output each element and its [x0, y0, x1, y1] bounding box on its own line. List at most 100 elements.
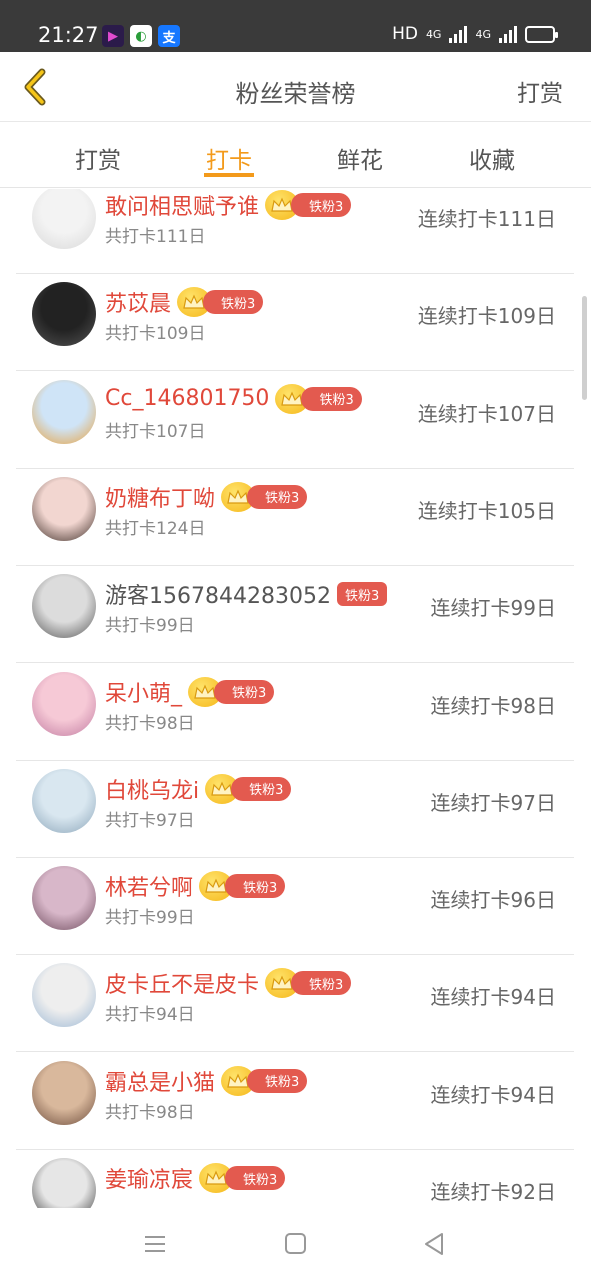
- menu-icon[interactable]: [140, 1232, 170, 1256]
- user-name[interactable]: 姜瑜凉宸: [105, 1162, 193, 1194]
- fan-level-badge: 铁粉3: [336, 582, 388, 607]
- avatar[interactable]: [32, 866, 96, 931]
- avatar[interactable]: [32, 574, 96, 639]
- net-label-2: 4G: [475, 27, 491, 41]
- list-item[interactable]: 苏苡晨 铁粉3 共打卡109日 连续打卡109日: [16, 274, 574, 372]
- avatar[interactable]: [32, 963, 96, 1028]
- tab-checkin-label: 打卡: [206, 148, 252, 174]
- user-name[interactable]: 林若兮啊: [105, 870, 193, 902]
- streak-days: 连续打卡92日: [430, 1180, 556, 1204]
- user-name[interactable]: 游客1567844283052: [105, 578, 331, 610]
- list-item[interactable]: 霸总是小猫 铁粉3 共打卡98日 连续打卡94日: [16, 1053, 574, 1150]
- list-item[interactable]: 姜瑜凉宸 铁粉3 连续打卡92日: [16, 1150, 574, 1208]
- name-line: 皮卡丘不是皮卡 铁粉3: [105, 967, 352, 999]
- tab-checkin[interactable]: 打卡: [184, 141, 274, 177]
- list-item[interactable]: 皮卡丘不是皮卡 铁粉3 共打卡94日 连续打卡94日: [16, 955, 574, 1053]
- list-item[interactable]: 游客1567844283052 铁粉3 共打卡99日 连续打卡99日: [16, 566, 574, 664]
- list-item[interactable]: 白桃乌龙i 铁粉3 共打卡97日 连续打卡97日: [16, 761, 574, 858]
- streak-days: 连续打卡107日: [417, 401, 556, 426]
- list-item[interactable]: 奶糖布丁呦 铁粉3 共打卡124日 连续打卡105日: [16, 469, 574, 566]
- streak-days: 连续打卡97日: [430, 790, 556, 815]
- fan-level-badge: 铁粉3: [231, 776, 292, 801]
- system-indicators: HD 4G 4G: [392, 24, 558, 44]
- total-checkin-days: 共打卡99日: [105, 908, 195, 929]
- fan-level-badge: 铁粉3: [225, 874, 286, 899]
- avatar[interactable]: [32, 1060, 96, 1125]
- streak-days: 连续打卡98日: [430, 693, 556, 718]
- avatar[interactable]: [32, 476, 96, 541]
- user-name[interactable]: 敢问相思赋予谁: [105, 189, 259, 221]
- total-checkin-days: 共打卡98日: [105, 1102, 195, 1123]
- total-checkin-days: 共打卡99日: [105, 616, 195, 637]
- total-checkin-days: 共打卡109日: [105, 324, 206, 345]
- user-name[interactable]: 苏苡晨: [105, 286, 171, 318]
- streak-days: 连续打卡94日: [430, 985, 556, 1010]
- total-checkin-days: 共打卡98日: [105, 713, 195, 734]
- signal-icon-2: [499, 25, 517, 43]
- page-header: 粉丝荣誉榜 打赏: [0, 52, 591, 122]
- total-checkin-days: 共打卡124日: [105, 518, 206, 539]
- name-line: 敢问相思赋予谁 铁粉3: [105, 189, 352, 221]
- system-nav-bar: [0, 1208, 591, 1280]
- signal-icon: [449, 25, 468, 43]
- total-checkin-days: 共打卡107日: [105, 421, 206, 442]
- hd-label: HD: [392, 24, 418, 44]
- user-name[interactable]: 皮卡丘不是皮卡: [105, 967, 259, 999]
- fan-level-badge: 铁粉3: [301, 386, 362, 411]
- user-name[interactable]: 白桃乌龙i: [105, 773, 199, 805]
- battery-icon: [525, 25, 558, 43]
- name-line: 姜瑜凉宸 铁粉3: [105, 1162, 286, 1194]
- header-reward-button[interactable]: 打赏: [517, 74, 563, 108]
- status-time: 21:27: [38, 23, 99, 47]
- avatar[interactable]: [32, 1158, 96, 1208]
- streak-days: 连续打卡109日: [417, 304, 556, 329]
- avatar[interactable]: [32, 768, 96, 833]
- name-line: Cc_146801750 铁粉3: [105, 383, 362, 414]
- tab-bar: 打赏 打卡 鲜花 收藏: [0, 123, 591, 188]
- total-checkin-days: 共打卡94日: [105, 1005, 195, 1026]
- avatar[interactable]: [32, 189, 96, 249]
- page-title: 粉丝荣誉榜: [235, 80, 356, 108]
- fan-level-badge: 铁粉3: [203, 290, 264, 315]
- notification-icons: ▶ ◐ 支: [102, 25, 180, 47]
- tab-flowers[interactable]: 鲜花: [315, 141, 405, 175]
- fan-level-badge: 铁粉3: [214, 679, 275, 704]
- fan-level-badge: 铁粉3: [247, 484, 308, 509]
- streak-days: 连续打卡94日: [430, 1082, 556, 1107]
- streak-days: 连续打卡111日: [417, 207, 556, 231]
- name-line: 霸总是小猫 铁粉3: [105, 1065, 308, 1097]
- user-name[interactable]: 呆小萌_: [105, 676, 182, 708]
- alipay-app-icon: 支: [158, 25, 180, 47]
- name-line: 苏苡晨 铁粉3: [105, 286, 264, 318]
- list-item[interactable]: 呆小萌_ 铁粉3 共打卡98日 连续打卡98日: [16, 664, 574, 761]
- avatar[interactable]: [32, 379, 96, 444]
- user-name[interactable]: Cc_146801750: [105, 386, 269, 411]
- checkin-ranking-list[interactable]: 敢问相思赋予谁 铁粉3 共打卡111日 连续打卡111日 苏苡晨 铁粉3 共打卡109日 连续…: [0, 189, 591, 1208]
- user-name[interactable]: 霸总是小猫: [105, 1065, 215, 1097]
- active-tab-indicator: [204, 173, 254, 177]
- total-checkin-days: 共打卡97日: [105, 810, 195, 831]
- avatar[interactable]: [32, 282, 96, 347]
- streak-days: 连续打卡99日: [430, 596, 556, 621]
- name-line: 林若兮啊 铁粉3: [105, 870, 286, 902]
- user-name[interactable]: 奶糖布丁呦: [105, 481, 215, 513]
- streak-days: 连续打卡105日: [417, 498, 556, 523]
- list-item[interactable]: 林若兮啊 铁粉3 共打卡99日 连续打卡96日: [16, 858, 574, 956]
- video-app-icon: ▶: [102, 25, 124, 47]
- tab-reward[interactable]: 打赏: [53, 141, 143, 175]
- avatar[interactable]: [32, 671, 96, 736]
- streak-days: 连续打卡96日: [430, 888, 556, 913]
- tab-favorites[interactable]: 收藏: [447, 141, 537, 175]
- back-icon[interactable]: [420, 1232, 450, 1256]
- name-line: 奶糖布丁呦 铁粉3: [105, 481, 308, 513]
- list-item[interactable]: Cc_146801750 铁粉3 共打卡107日 连续打卡107日: [16, 372, 574, 469]
- home-icon[interactable]: [281, 1232, 311, 1256]
- browser-app-icon: ◐: [130, 25, 152, 47]
- fan-level-badge: 铁粉3: [291, 971, 352, 996]
- status-bar: 21:27 ▶ ◐ 支 HD 4G 4G: [0, 0, 591, 52]
- list-item[interactable]: 敢问相思赋予谁 铁粉3 共打卡111日 连续打卡111日: [16, 189, 574, 274]
- name-line: 游客1567844283052 铁粉3: [105, 578, 388, 610]
- scrollbar[interactable]: [582, 296, 587, 400]
- name-line: 白桃乌龙i 铁粉3: [105, 773, 292, 805]
- total-checkin-days: 共打卡111日: [105, 227, 206, 247]
